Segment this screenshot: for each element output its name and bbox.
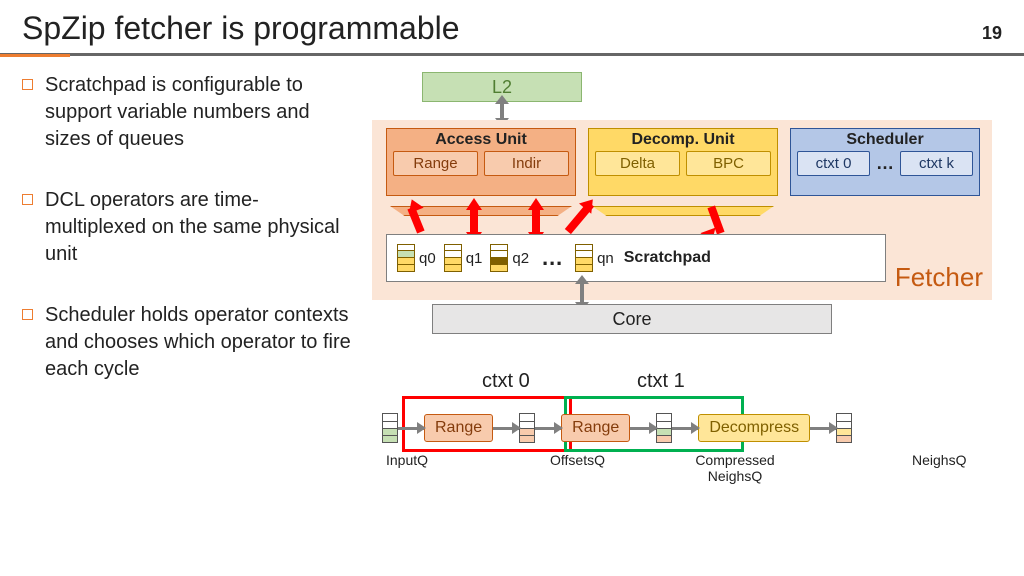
ctxt-0: ctxt 0 — [797, 151, 870, 176]
queue-label: InputQ — [386, 452, 428, 468]
arrow-right-icon — [672, 427, 698, 430]
bullet-text: Scheduler holds operator contexts and ch… — [45, 302, 352, 383]
decomp-unit: Decomp. Unit Delta BPC — [588, 128, 778, 196]
bullet-text: Scratchpad is configurable to support va… — [45, 72, 352, 153]
scheduler-title: Scheduler — [791, 129, 979, 151]
ellipsis-icon: … — [537, 245, 567, 271]
range-op: Range — [424, 414, 493, 442]
queue-label: OffsetsQ — [550, 452, 605, 468]
input-queue — [382, 413, 398, 443]
range-op: Range — [561, 414, 630, 442]
fetcher-label: Fetcher — [895, 262, 983, 293]
access-unit-title: Access Unit — [387, 129, 575, 151]
offsets-queue — [519, 413, 535, 443]
bullet-list: Scratchpad is configurable to support va… — [22, 72, 352, 500]
decompress-op: Decompress — [698, 414, 810, 442]
scratchpad-label: Scratchpad — [624, 249, 711, 267]
arrow-right-icon — [493, 427, 519, 430]
ellipsis-icon: … — [876, 153, 894, 174]
ctxt-k: ctxt k — [900, 151, 973, 176]
queue-label: qn — [597, 250, 614, 267]
bullet-icon — [22, 309, 33, 320]
queue-label: NeighsQ — [912, 452, 966, 468]
queue-label: Compressed NeighsQ — [690, 452, 780, 484]
page-number: 19 — [982, 23, 1002, 44]
bullet-icon — [22, 79, 33, 90]
delta-op: Delta — [595, 151, 680, 176]
slide-title: SpZip fetcher is programmable — [22, 10, 982, 47]
bullet-text: DCL operators are time-multiplexed on th… — [45, 187, 352, 268]
decomp-unit-title: Decomp. Unit — [589, 129, 777, 151]
ctxt-0-label: ctxt 0 — [482, 370, 530, 393]
ctxt-1-label: ctxt 1 — [637, 370, 685, 393]
neighs-queue — [836, 413, 852, 443]
arrow-right-icon — [810, 427, 836, 430]
core-block: Core — [432, 304, 832, 334]
arrow-right-icon — [398, 427, 424, 430]
arrow-right-icon — [535, 427, 561, 430]
scheduler-unit: Scheduler ctxt 0 … ctxt k — [790, 128, 980, 196]
arrow-right-icon — [630, 427, 656, 430]
queue-label: q2 — [512, 250, 529, 267]
access-unit: Access Unit Range Indir — [386, 128, 576, 196]
bpc-op: BPC — [686, 151, 771, 176]
bullet-icon — [22, 194, 33, 205]
pipeline-diagram: ctxt 0 ctxt 1 Range Range Decompress Inp… — [372, 370, 992, 500]
queue-label: q0 — [419, 250, 436, 267]
title-rule-accent — [0, 54, 70, 57]
compressed-neighs-queue — [656, 413, 672, 443]
range-op: Range — [393, 151, 478, 176]
scratchpad: q0 q1 q2 … qn Scratchpad — [386, 234, 886, 282]
indir-op: Indir — [484, 151, 569, 176]
fetcher-diagram: L2 Fetcher Access Unit Range Indir Decom… — [372, 72, 992, 362]
queue-label: q1 — [466, 250, 483, 267]
